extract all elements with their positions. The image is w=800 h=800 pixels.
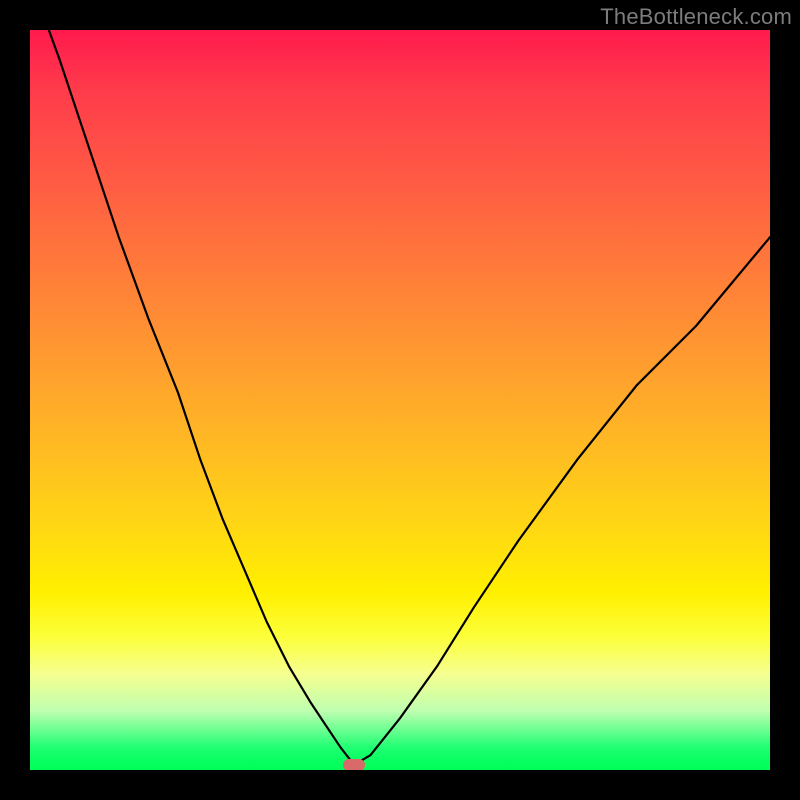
watermark-text: TheBottleneck.com (600, 4, 792, 30)
optimal-marker (343, 759, 365, 770)
plot-area (30, 30, 770, 770)
chart-frame: TheBottleneck.com (0, 0, 800, 800)
bottleneck-curve (30, 30, 770, 770)
